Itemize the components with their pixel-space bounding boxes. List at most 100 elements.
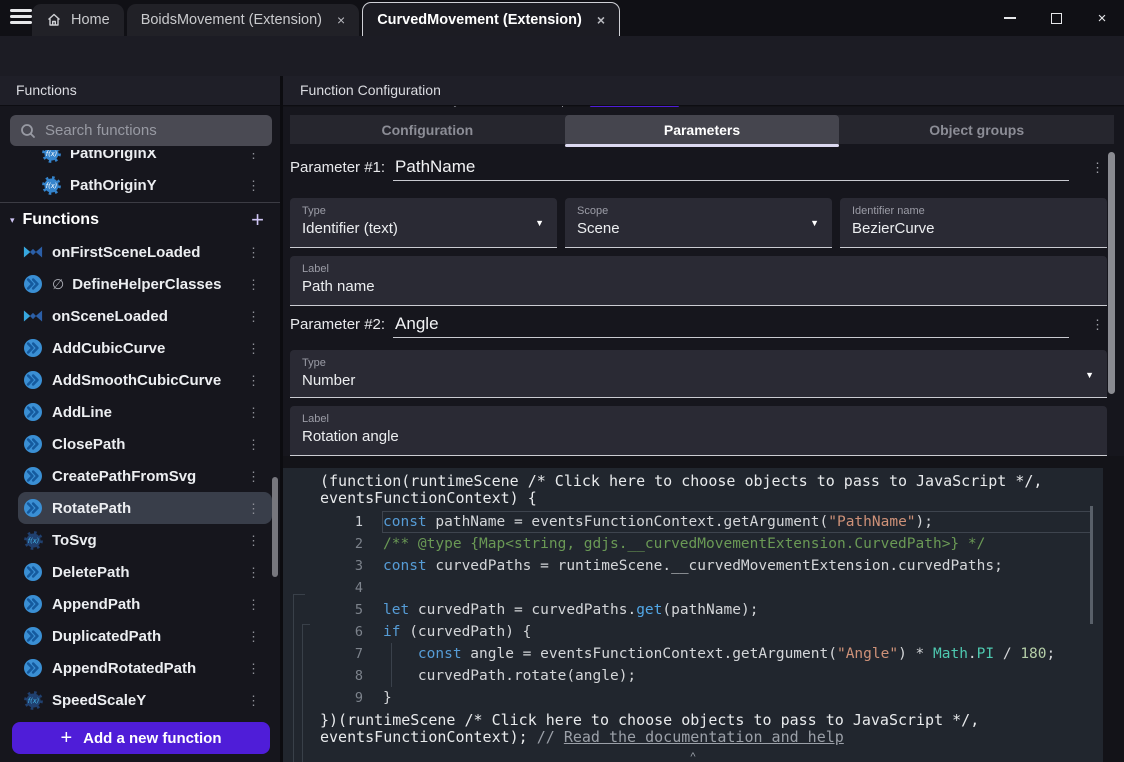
close-window-button[interactable]: × bbox=[1094, 10, 1110, 26]
code-line-8: 8 curvedPath.rotate(angle); bbox=[283, 665, 1103, 687]
collapse-editor-icon[interactable]: ^ bbox=[283, 751, 1103, 762]
close-tab-icon[interactable]: × bbox=[591, 12, 605, 28]
sidebar-item-createpathfromsvg[interactable]: CreatePathFromSvg⋮ bbox=[0, 460, 280, 492]
tab-label: BoidsMovement (Extension) bbox=[141, 12, 322, 28]
field-label: Type bbox=[302, 357, 1095, 369]
parameter-1-menu-icon[interactable]: ⋮ bbox=[1091, 161, 1104, 174]
page-title: Function Configuration bbox=[300, 82, 441, 98]
svg-text:f(x): f(x) bbox=[45, 181, 56, 189]
function-name: RotatePath bbox=[52, 500, 131, 517]
sidebar-item-duplicatedpath[interactable]: DuplicatedPath⋮ bbox=[0, 620, 280, 652]
code-wrapper-footer: })(runtimeScene /* Click here to choose … bbox=[283, 712, 1103, 746]
editor-scrollbar[interactable] bbox=[1090, 506, 1093, 624]
code-lines[interactable]: 1const pathName = eventsFunctionContext.… bbox=[283, 511, 1103, 709]
item-menu-icon[interactable]: ⋮ bbox=[247, 179, 260, 192]
item-menu-icon[interactable]: ⋮ bbox=[247, 534, 260, 547]
field-label: Label bbox=[302, 263, 1095, 275]
item-menu-icon[interactable]: ⋮ bbox=[247, 694, 260, 707]
tab-home[interactable]: Home bbox=[32, 4, 124, 36]
sidebar-item-appendrotatedpath[interactable]: AppendRotatedPath⋮ bbox=[0, 652, 280, 684]
tab-curvedmovement[interactable]: CurvedMovement (Extension) × bbox=[362, 2, 620, 36]
function-name: SpeedScaleY bbox=[52, 692, 146, 709]
sidebar-item-closepath[interactable]: ClosePath⋮ bbox=[0, 428, 280, 460]
parameter-2-menu-icon[interactable]: ⋮ bbox=[1091, 318, 1104, 331]
search-input[interactable] bbox=[45, 122, 262, 139]
param1-type-select[interactable]: Type Identifier (text) ▼ bbox=[290, 198, 557, 248]
item-menu-icon[interactable]: ⋮ bbox=[247, 470, 260, 483]
sidebar-item-pathoriginx[interactable]: f(x) PathOriginX ⋮ bbox=[0, 150, 280, 169]
function-list: f(x) PathOriginX ⋮ f(x) PathOriginY ⋮ ▾ Funct… bbox=[0, 150, 280, 718]
sidebar-item-addline[interactable]: AddLine ⋮ bbox=[0, 396, 280, 428]
parameter-2-name-input[interactable] bbox=[393, 314, 1069, 338]
collapse-triangle-icon[interactable]: ▾ bbox=[10, 215, 15, 226]
function-name: AddLine bbox=[52, 404, 112, 421]
function-name: AddCubicCurve bbox=[52, 340, 165, 357]
sidebar-item-onsceneloaded[interactable]: onSceneLoaded ⋮ bbox=[0, 300, 280, 332]
param2-label-field[interactable]: Label Rotation angle bbox=[290, 406, 1107, 456]
param1-label-field[interactable]: Label Path name bbox=[290, 256, 1107, 306]
sidebar-item-deletepath[interactable]: DeletePath⋮ bbox=[0, 556, 280, 588]
item-menu-icon[interactable]: ⋮ bbox=[247, 566, 260, 579]
sidebar-item-rotatepath[interactable]: RotatePath ⋮ bbox=[0, 492, 280, 524]
param1-scope-select[interactable]: Scope Scene ▼ bbox=[565, 198, 832, 248]
close-tab-icon[interactable]: × bbox=[331, 12, 345, 28]
param2-type-select[interactable]: Type Number ▼ bbox=[290, 350, 1107, 398]
field-label: Type bbox=[302, 205, 545, 217]
panel-headers: Functions Function Configuration bbox=[0, 76, 1124, 106]
functions-section-header: ▾ Functions + bbox=[0, 204, 280, 236]
function-name: onSceneLoaded bbox=[52, 308, 168, 325]
tab-object-groups[interactable]: Object groups bbox=[839, 115, 1114, 144]
function-configuration-panel: Configuration Parameters Object groups P… bbox=[283, 107, 1124, 456]
parameter-2-prefix: Parameter #2: bbox=[290, 316, 385, 333]
search-box[interactable] bbox=[10, 115, 272, 146]
javascript-code-editor[interactable]: (function(runtimeScene /* Click here to … bbox=[283, 468, 1103, 762]
code-wrapper-header: (function(runtimeScene /* Click here to … bbox=[283, 468, 1103, 507]
add-function-plus-icon[interactable]: + bbox=[251, 209, 264, 231]
sidebar-item-addcubiccurve[interactable]: AddCubicCurve ⋮ bbox=[0, 332, 280, 364]
line-number: 4 bbox=[283, 577, 363, 599]
field-value: Identifier (text) bbox=[302, 220, 545, 237]
minimize-button[interactable] bbox=[1002, 10, 1018, 26]
item-menu-icon[interactable]: ⋮ bbox=[247, 438, 260, 451]
sidebar-item-definehelperclasses[interactable]: ∅DefineHelperClasses⋮ bbox=[0, 268, 280, 300]
item-menu-icon[interactable]: ⋮ bbox=[247, 374, 260, 387]
tab-configuration[interactable]: Configuration bbox=[290, 115, 565, 144]
item-menu-icon[interactable]: ⋮ bbox=[247, 150, 260, 160]
svg-text:f(x): f(x) bbox=[27, 536, 38, 544]
sidebar-item-appendpath[interactable]: AppendPath⋮ bbox=[0, 588, 280, 620]
parameter-1-name-input[interactable] bbox=[393, 157, 1069, 181]
expression-dark-icon: f(x) bbox=[23, 530, 43, 550]
svg-text:f(x): f(x) bbox=[27, 696, 38, 704]
sidebar-item-addsmoothcubiccurve[interactable]: AddSmoothCubicCurve⋮ bbox=[0, 364, 280, 396]
item-menu-icon[interactable]: ⋮ bbox=[247, 278, 260, 291]
code-line-4: 4 bbox=[283, 577, 1103, 599]
item-menu-icon[interactable]: ⋮ bbox=[247, 662, 260, 675]
item-menu-icon[interactable]: ⋮ bbox=[247, 406, 260, 419]
item-menu-icon[interactable]: ⋮ bbox=[247, 246, 260, 259]
function-name: PathOriginY bbox=[70, 177, 157, 194]
item-menu-icon[interactable]: ⋮ bbox=[247, 502, 260, 515]
item-menu-icon[interactable]: ⋮ bbox=[247, 342, 260, 355]
sidebar-scrollbar[interactable] bbox=[272, 477, 278, 577]
item-menu-icon[interactable]: ⋮ bbox=[247, 598, 260, 611]
sidebar-item-tosvg[interactable]: f(x)ToSvg⋮ bbox=[0, 524, 280, 556]
sidebar-item-pathoriginy[interactable]: f(x) PathOriginY ⋮ bbox=[0, 169, 280, 201]
tab-parameters[interactable]: Parameters bbox=[565, 115, 840, 144]
home-icon bbox=[46, 12, 62, 28]
svg-text:f(x): f(x) bbox=[45, 150, 56, 157]
tab-boidsmovement[interactable]: BoidsMovement (Extension) × bbox=[127, 4, 360, 36]
field-value: Rotation angle bbox=[302, 428, 1095, 445]
add-new-function-button[interactable]: + Add a new function bbox=[12, 722, 270, 754]
item-menu-icon[interactable]: ⋮ bbox=[247, 630, 260, 643]
item-menu-icon[interactable]: ⋮ bbox=[247, 310, 260, 323]
documentation-link[interactable]: Read the documentation and help bbox=[564, 728, 844, 746]
sidebar-item-speedscaley[interactable]: f(x) SpeedScaleY ⋮ bbox=[0, 684, 280, 716]
parameters-scrollbar[interactable] bbox=[1108, 152, 1115, 394]
maximize-button[interactable] bbox=[1048, 10, 1064, 26]
function-name: PathOriginX bbox=[70, 150, 157, 162]
functions-sidebar: f(x) PathOriginX ⋮ f(x) PathOriginY ⋮ ▾ Funct… bbox=[0, 106, 280, 762]
code-line-6: 6if (curvedPath) { bbox=[283, 621, 1103, 643]
param1-identifier-field[interactable]: Identifier name BezierCurve bbox=[840, 198, 1107, 248]
sidebar-item-onfirstsceneloaded[interactable]: onFirstSceneLoaded⋮ bbox=[0, 236, 280, 268]
menu-icon[interactable] bbox=[10, 9, 32, 27]
